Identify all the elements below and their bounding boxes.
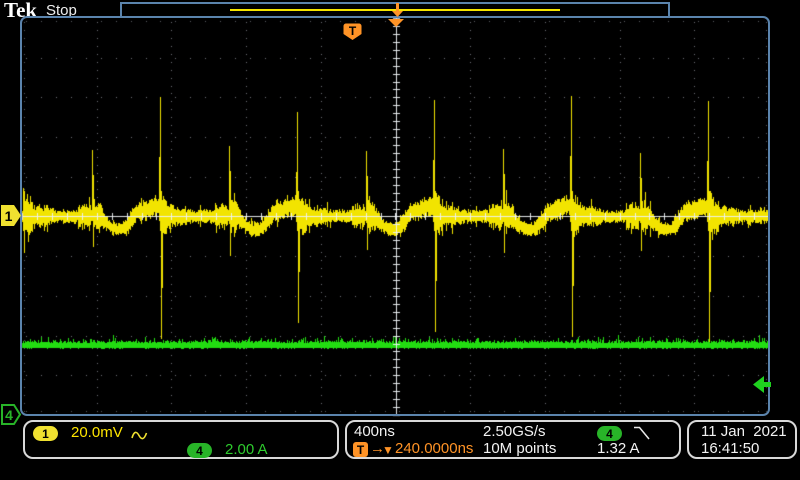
trigger-slope-falling-icon bbox=[633, 425, 653, 441]
ch1-coupling-sine-icon bbox=[131, 429, 148, 442]
trigger-source-badge[interactable]: 4 bbox=[597, 426, 622, 441]
datetime-readout-box[interactable]: 11 Jan 2021 16:41:50 bbox=[687, 420, 797, 459]
horizontal-readout-box[interactable]: 400ns 2.50GS/s 4 T → ▼ 240.0000ns 10M po… bbox=[345, 420, 681, 459]
trigger-time-badge[interactable]: T bbox=[343, 23, 362, 41]
trigger-delay-readout[interactable]: 240.0000ns bbox=[395, 441, 473, 457]
timebase-readout[interactable]: 400ns bbox=[354, 424, 395, 440]
ch4-scale-readout[interactable]: 2.00 A bbox=[225, 442, 268, 458]
trigger-delay-t-icon: T bbox=[353, 442, 368, 457]
record-overview-bar[interactable] bbox=[120, 2, 670, 18]
ch1-badge[interactable]: 1 bbox=[33, 426, 58, 441]
oscilloscope-screen: Tek Stop T 1 4 1 20.0mV bbox=[0, 0, 800, 480]
ch4-badge[interactable]: 4 bbox=[187, 443, 212, 458]
trigger-delay-marker: ▼ bbox=[382, 442, 394, 458]
trigger-position-icon[interactable] bbox=[388, 19, 405, 28]
ch4-position-marker[interactable]: 4 bbox=[1, 404, 22, 425]
trigger-level-arrow-icon[interactable] bbox=[753, 376, 771, 393]
ch4-position-marker-label: 4 bbox=[5, 407, 13, 423]
date-readout: 11 Jan 2021 bbox=[701, 424, 787, 440]
trigger-level-readout[interactable]: 1.32 A bbox=[597, 441, 640, 457]
sample-rate-readout: 2.50GS/s bbox=[483, 424, 546, 440]
graticule-frame bbox=[20, 16, 770, 416]
ch1-position-marker[interactable]: 1 bbox=[1, 205, 22, 226]
trigger-time-badge-label: T bbox=[349, 24, 357, 38]
ch1-position-marker-label: 1 bbox=[5, 208, 13, 224]
vertical-readout-box[interactable]: 1 20.0mV 4 2.00 A bbox=[23, 420, 339, 459]
expansion-point-marker[interactable] bbox=[391, 3, 404, 18]
record-length-readout: 10M points bbox=[483, 441, 556, 457]
ch1-scale-readout[interactable]: 20.0mV bbox=[71, 425, 123, 441]
time-readout: 16:41:50 bbox=[701, 441, 759, 457]
